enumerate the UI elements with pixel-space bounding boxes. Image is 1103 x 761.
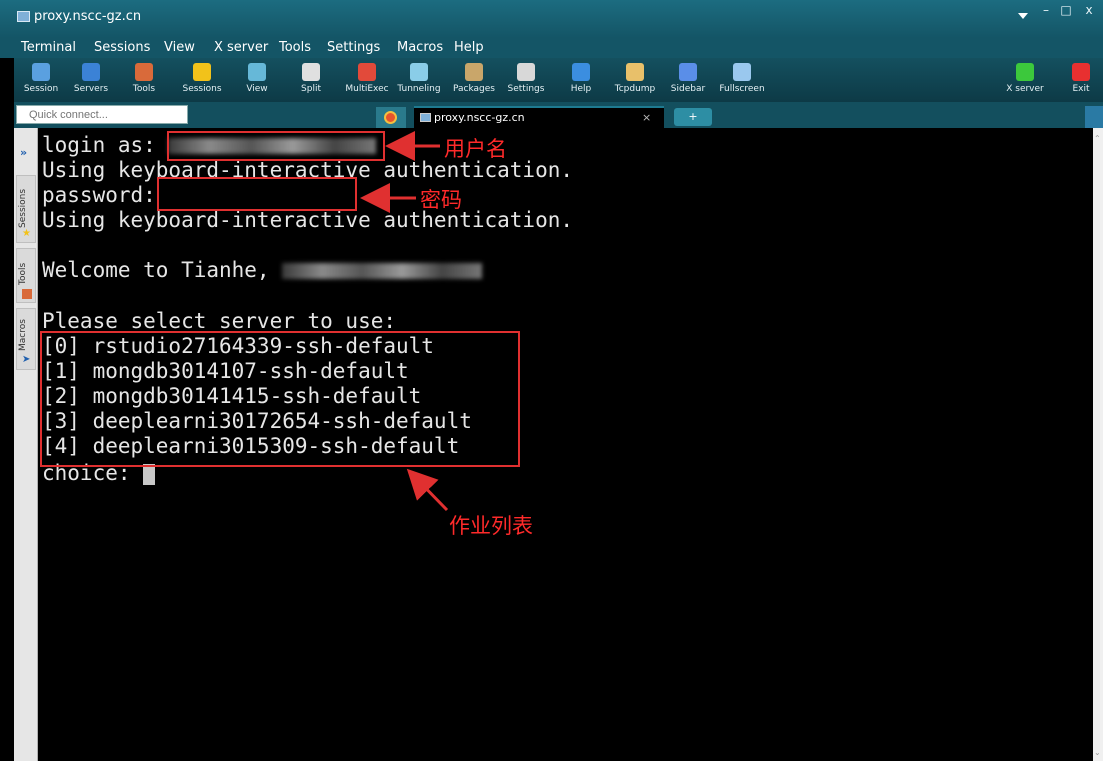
toolbar-multiexec-button[interactable]: MultiExec	[342, 58, 392, 102]
sidebar-icon	[679, 63, 697, 81]
star-icon: ★	[22, 228, 31, 239]
menu-sessions[interactable]: Sessions	[94, 40, 150, 55]
exit-icon	[1072, 63, 1090, 81]
terminal-icon	[420, 113, 431, 122]
session-icon	[32, 63, 50, 81]
menu-bar: Terminal Sessions View X server Tools Se…	[0, 38, 1103, 58]
minimize-button[interactable]: –	[1038, 3, 1054, 17]
maximize-button[interactable]: □	[1058, 3, 1074, 17]
toolbar-settings-button[interactable]: Settings	[504, 58, 548, 102]
tunneling-icon	[410, 63, 428, 81]
toolbar-tools-button[interactable]: Tools	[126, 58, 162, 102]
menu-x-server[interactable]: X server	[214, 40, 268, 55]
tab-session[interactable]: proxy.nscc-gz.cn ×	[414, 106, 664, 128]
fullscreen-icon	[733, 63, 751, 81]
tab-home[interactable]	[376, 107, 406, 128]
toolbar-sessions-button[interactable]: Sessions	[179, 58, 225, 102]
side-panel: » Sessions ★ Tools Macros ➤	[14, 128, 38, 761]
new-tab-button[interactable]: +	[674, 108, 712, 126]
toolbar-exit-button[interactable]: Exit	[1068, 58, 1094, 102]
menu-help[interactable]: Help	[454, 40, 484, 55]
scroll-up-icon[interactable]: ⌃	[1094, 134, 1101, 143]
side-tab-tools[interactable]: Tools	[16, 248, 36, 303]
servers-icon	[82, 63, 100, 81]
multiexec-icon	[358, 63, 376, 81]
job-list-highlight-box	[40, 331, 520, 467]
menu-view[interactable]: View	[164, 40, 195, 55]
toolbar-help-button[interactable]: Help	[567, 58, 595, 102]
dropdown-icon[interactable]	[1018, 13, 1028, 19]
tab-close-icon[interactable]: ×	[642, 111, 651, 124]
side-tab-macros[interactable]: Macros ➤	[16, 308, 36, 370]
toolbar-view-button[interactable]: View	[241, 58, 273, 102]
toolbar: Session Servers Tools Sessions View Spli…	[14, 58, 1103, 102]
tcpdump-icon	[626, 63, 644, 81]
packages-icon	[465, 63, 483, 81]
toolbar-split-button[interactable]: Split	[296, 58, 326, 102]
settings-icon	[517, 63, 535, 81]
toolbar-tcpdump-button[interactable]: Tcpdump	[612, 58, 658, 102]
toolbar-fullscreen-button[interactable]: Fullscreen	[716, 58, 768, 102]
x-server-icon	[1016, 63, 1034, 81]
toolbar-x-server-button[interactable]: X server	[1004, 58, 1046, 102]
quick-connect-input[interactable]	[16, 105, 188, 124]
star-icon	[193, 63, 211, 81]
terminal-line-password: password:	[42, 183, 169, 207]
terminal-scrollbar[interactable]: ⌃ ⌄	[1093, 128, 1103, 761]
sidebar-toggle-button[interactable]	[1085, 106, 1103, 128]
password-annotation: 密码	[420, 188, 462, 212]
close-button[interactable]: x	[1078, 3, 1100, 17]
toolbar-session-button[interactable]: Session	[20, 58, 62, 102]
help-icon	[572, 63, 590, 81]
title-bar: proxy.nscc-gz.cn – □ x	[0, 0, 1103, 38]
username-annotation: 用户名	[444, 137, 507, 161]
tab-bar: proxy.nscc-gz.cn × +	[14, 102, 1103, 128]
toolbar-servers-button[interactable]: Servers	[69, 58, 113, 102]
tools-icon	[22, 289, 32, 299]
macros-icon: ➤	[22, 354, 31, 365]
tools-icon	[135, 63, 153, 81]
menu-settings[interactable]: Settings	[327, 40, 380, 55]
home-icon	[384, 111, 397, 124]
app-icon	[17, 11, 30, 22]
terminal-line-auth: Using keyboard-interactive authenticatio…	[42, 208, 574, 232]
window-title: proxy.nscc-gz.cn	[34, 9, 142, 24]
username-highlight-box	[167, 131, 385, 161]
password-highlight-box	[157, 177, 357, 211]
redacted-username	[282, 263, 483, 279]
toolbar-sidebar-button[interactable]: Sidebar	[668, 58, 708, 102]
terminal-line-welcome: Welcome to Tianhe,	[42, 258, 483, 283]
side-tab-sessions[interactable]: Sessions ★	[16, 175, 36, 243]
job-list-annotation: 作业列表	[449, 514, 533, 538]
scroll-down-icon[interactable]: ⌄	[1094, 748, 1101, 757]
menu-tools[interactable]: Tools	[279, 40, 311, 55]
split-icon	[302, 63, 320, 81]
menu-macros[interactable]: Macros	[397, 40, 443, 55]
view-icon	[248, 63, 266, 81]
toolbar-tunneling-button[interactable]: Tunneling	[395, 58, 443, 102]
expand-chevron-icon[interactable]: »	[20, 146, 27, 159]
toolbar-packages-button[interactable]: Packages	[450, 58, 498, 102]
menu-terminal[interactable]: Terminal	[21, 40, 76, 55]
